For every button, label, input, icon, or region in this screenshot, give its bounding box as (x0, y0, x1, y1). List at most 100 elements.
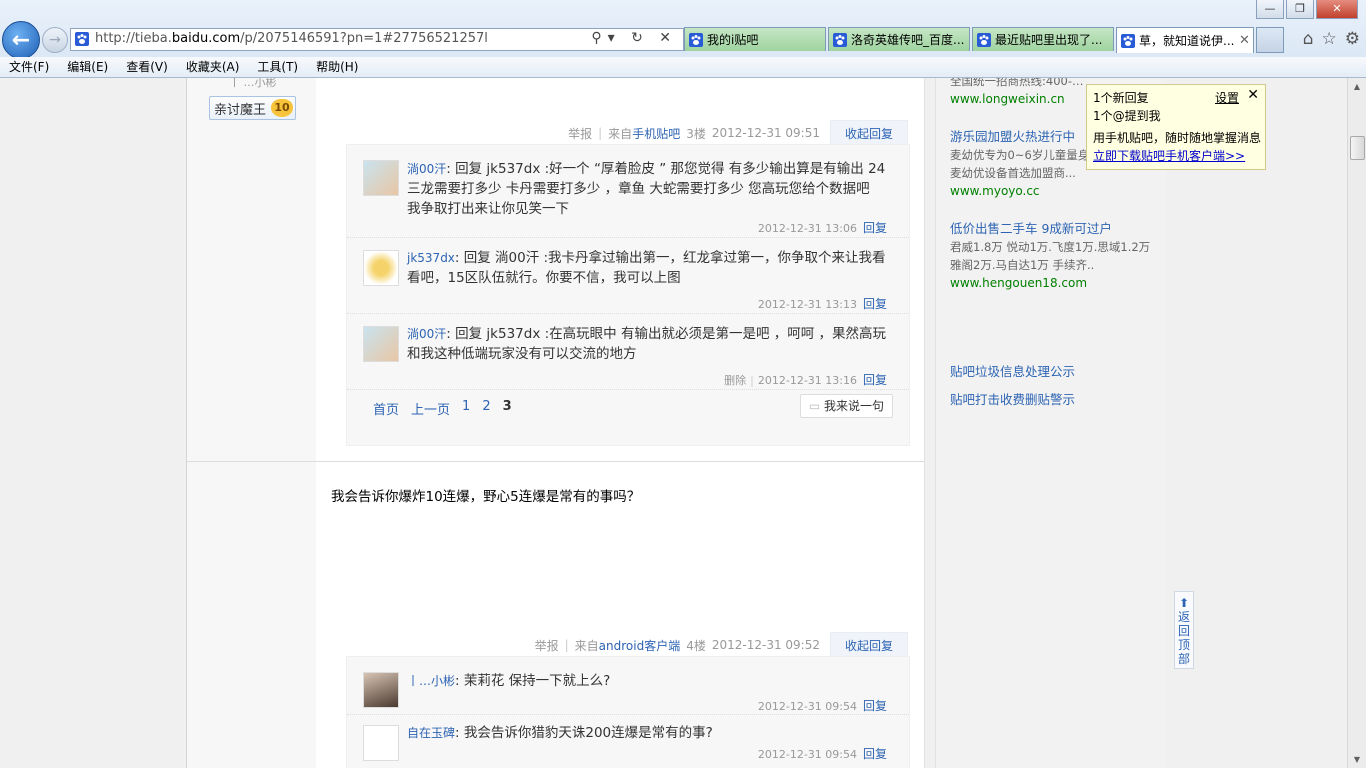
list-item: 自在玉碑: 我会告诉你猎豹天诛200连爆是常有的事? 2012-12-31 09… (347, 715, 909, 768)
reply-username[interactable]: 淌00汗 (407, 162, 446, 176)
reply-username[interactable]: 淌00汗 (407, 327, 446, 341)
delete-link[interactable]: 删除 (724, 374, 746, 387)
menu-file[interactable]: 文件(F) (0, 57, 58, 77)
back-button[interactable]: ← (2, 21, 40, 59)
scroll-down-icon[interactable]: ▼ (1348, 751, 1366, 768)
reply-username[interactable]: 丨…小彬 (407, 674, 455, 688)
favorites-star-icon[interactable]: ☆ (1322, 29, 1337, 49)
ad-title[interactable]: 低价出售二手车 9成新可过户 (950, 220, 1160, 238)
fold-replies-button[interactable]: 收起回复 (829, 632, 908, 658)
tab-recent[interactable]: 最近贴吧里出现了... (972, 27, 1114, 51)
close-icon[interactable]: ✕ (1247, 87, 1259, 103)
pager-first[interactable]: 首页 (373, 399, 399, 418)
reply-link[interactable]: 回复 (863, 297, 887, 311)
new-tab-button[interactable] (1256, 27, 1284, 53)
ad-desc: 君威1.8万 悦动1万.飞度1万.思域1.2万 雅阁2万.马自达1万 手续齐.. (950, 240, 1151, 272)
toolbar-icons: ⌂ ☆ ⚙ (1303, 29, 1360, 49)
ad-url[interactable]: www.hengouen18.com (950, 274, 1160, 292)
notify-settings-link[interactable]: 设置 (1215, 89, 1239, 106)
avatar[interactable] (363, 250, 399, 286)
client-link[interactable]: 手机贴吧 (632, 125, 680, 142)
reply-pager: 首页 上一页 1 2 3 (373, 399, 524, 418)
reply-time: 2012-12-31 13:16 (757, 374, 857, 387)
close-tab-icon[interactable]: ✕ (1239, 33, 1253, 48)
avatar[interactable] (363, 672, 399, 708)
mention-count[interactable]: 1个@提到我 (1093, 107, 1259, 125)
notify-promo: 用手机贴吧，随时随地掌握消息 (1093, 131, 1262, 145)
post4-replies: 丨…小彬: 茉莉花 保持一下就上么? 2012-12-31 09:54 回复 自在… (346, 656, 910, 768)
reply-text: 淌00汗: 回复 jk537dx :在高玩眼中 有输出就必须是第一是吧 ，呵呵 … (407, 326, 887, 362)
gear-icon[interactable]: ⚙ (1345, 29, 1360, 49)
reply-link[interactable]: 回复 (863, 699, 887, 713)
restore-button[interactable]: ❐ (1286, 0, 1314, 19)
tab-current[interactable]: 草，就知道说伊... ✕ (1116, 27, 1254, 53)
reply-link[interactable]: 回复 (863, 221, 887, 235)
baidu-paw-icon (1121, 33, 1135, 48)
tab-luoqi[interactable]: 洛奇英雄传吧_百度... (828, 27, 970, 51)
home-icon[interactable]: ⌂ (1303, 29, 1314, 49)
back-to-top-button[interactable]: ⬆ 返回顶部 (1174, 591, 1194, 669)
scroll-up-icon[interactable]: ▲ (1348, 78, 1366, 95)
reply-link[interactable]: 回复 (863, 747, 887, 761)
menu-tools[interactable]: 工具(T) (248, 57, 307, 77)
say-something-button[interactable]: ▭ 我来说一句 (799, 394, 893, 418)
reply-username[interactable]: jk537dx (407, 251, 455, 265)
reply-time: 2012-12-31 09:54 (757, 748, 857, 761)
reply-footer: 2012-12-31 09:54 回复 (758, 745, 887, 762)
spam-notice-link[interactable]: 贴吧垃圾信息处理公示 (950, 361, 1075, 380)
url-text[interactable]: http://tieba.baidu.com/p/2075146591?pn=1… (95, 31, 488, 46)
from-label: 来自 (608, 126, 633, 141)
member-badge[interactable]: 亲讨魔王 10 (209, 96, 297, 120)
say-label: 我来说一句 (823, 399, 884, 413)
sidebar: 全国统一招商热线:400-… www.longweixin.cn 游乐园加盟火热… (935, 78, 1166, 768)
ad-url[interactable]: www.myoyo.cc (950, 182, 1160, 200)
page-wrap: 丨 …小彬 亲讨魔王 10 举报 | 来自 手机贴吧 3楼 2012-12-31 09… (186, 78, 1166, 768)
forward-button[interactable]: → (42, 27, 68, 53)
address-bar[interactable]: http://tieba.baidu.com/p/2075146591?pn=1… (70, 28, 684, 51)
reply-link[interactable]: 回复 (863, 373, 887, 387)
address-tools[interactable]: ⚲▾ ↻ ✕ (591, 30, 677, 46)
minimize-button[interactable]: — (1256, 0, 1284, 19)
reply-body: 我会告诉你猎豹天诛200连爆是常有的事? (463, 725, 713, 741)
list-item: 淌00汗: 回复 jk537dx :在高玩眼中 有输出就必须是第一是吧 ，呵呵 … (347, 314, 909, 390)
reply-time: 2012-12-31 09:54 (757, 700, 857, 713)
post3-replies: 淌00汗: 回复 jk537dx :好一个 “厚着脸皮 ” 那您觉得 有多少输出… (346, 144, 910, 446)
paid-delete-warning-link[interactable]: 贴吧打击收费删贴警示 (950, 389, 1075, 408)
pager-page-2[interactable]: 2 (482, 399, 490, 418)
reply-body: 回复 jk537dx :好一个 “厚着脸皮 ” 那您觉得 有多少输出算是有输出 … (407, 161, 886, 217)
floor-number: 4楼 (686, 638, 706, 653)
pager-page-1[interactable]: 1 (462, 399, 470, 418)
side-ad-2[interactable]: 低价出售二手车 9成新可过户 君威1.8万 悦动1万.飞度1万.思域1.2万 雅… (950, 220, 1160, 292)
post-column: 举报 | 来自 手机贴吧 3楼 2012-12-31 09:51 收起回复 淌00汗… (316, 78, 925, 768)
avatar[interactable] (363, 160, 399, 196)
client-link[interactable]: android客户端 (599, 637, 681, 654)
menu-view[interactable]: 查看(V) (117, 57, 177, 77)
report-link[interactable]: 举报 (568, 125, 592, 142)
tab-strip: 我的i贴吧 洛奇英雄传吧_百度... 最近贴吧里出现了... 草，就知道说伊..… (684, 27, 1284, 53)
reply-username[interactable]: 自在玉碑 (407, 726, 455, 740)
menu-favorites[interactable]: 收藏夹(A) (177, 57, 249, 77)
username-cutoff[interactable]: 丨 …小彬 (229, 78, 277, 90)
pager-prev[interactable]: 上一页 (411, 399, 450, 418)
menu-bar: 文件(F) 编辑(E) 查看(V) 收藏夹(A) 工具(T) 帮助(H) (0, 57, 1366, 78)
comment-icon: ▭ (808, 399, 821, 413)
list-item: 淌00汗: 回复 jk537dx :好一个 “厚着脸皮 ” 那您觉得 有多少输出… (347, 145, 909, 238)
notification-popup: 1个新回复 1个@提到我 设置 ✕ 用手机贴吧，随时随地掌握消息 立即下载贴吧手… (1086, 84, 1266, 170)
report-link[interactable]: 举报 (535, 637, 559, 654)
close-window-button[interactable]: ✕ (1316, 0, 1358, 19)
list-item: jk537dx: 回复 淌00汗 :我卡丹拿过输出第一，红龙拿过第一，你争取个来… (347, 238, 909, 314)
download-client-link[interactable]: 立即下载贴吧手机客户端>> (1093, 149, 1245, 163)
avatar[interactable] (363, 725, 399, 761)
scroll-thumb[interactable] (1350, 136, 1365, 160)
fold-replies-button[interactable]: 收起回复 (829, 120, 908, 146)
avatar[interactable] (363, 326, 399, 362)
arrow-right-icon: → (49, 32, 61, 48)
pager-page-3: 3 (502, 399, 512, 414)
reply-body: 回复 淌00汗 :我卡丹拿过输出第一，红龙拿过第一，你争取个来让我看看吧，15区… (407, 250, 886, 286)
menu-edit[interactable]: 编辑(E) (58, 57, 117, 77)
menu-help[interactable]: 帮助(H) (307, 57, 367, 77)
vertical-scrollbar[interactable]: ▲ ▼ (1347, 78, 1366, 768)
tab-my-tieba[interactable]: 我的i贴吧 (684, 27, 826, 51)
badge-label: 亲讨魔王 (214, 102, 267, 118)
window-controls: — ❐ ✕ (1256, 0, 1358, 19)
